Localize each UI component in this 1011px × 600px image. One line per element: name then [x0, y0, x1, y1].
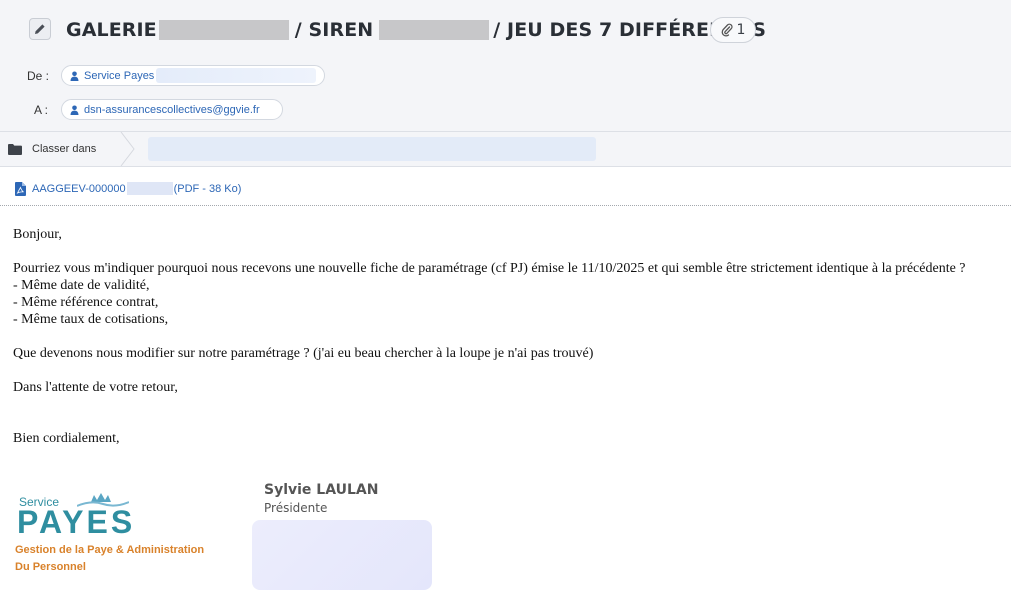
- list-item: - Même taux de cotisations,: [13, 312, 169, 327]
- redacted-block: [126, 182, 173, 195]
- subject-prefix: GALERIE: [66, 19, 157, 41]
- logo-tagline-line: Du Personnel: [15, 561, 86, 573]
- from-chip[interactable]: Service Payes: [61, 65, 325, 86]
- pencil-icon: [35, 24, 45, 34]
- separator: [0, 205, 1011, 206]
- user-icon: [70, 105, 79, 115]
- message-header: GALERIE / SIREN / JEU DES 7 DIFFÉRENCES …: [0, 0, 1011, 131]
- classer-button[interactable]: Classer dans: [0, 132, 122, 166]
- list-item: - Même date de validité,: [13, 278, 150, 293]
- signature-image: [252, 520, 432, 590]
- edit-button[interactable]: [29, 18, 51, 40]
- greeting: Bonjour,: [13, 227, 62, 242]
- classer-label: Classer dans: [32, 143, 97, 155]
- body-paragraph: Dans l'attente de votre retour,: [13, 380, 178, 395]
- signature-name: Sylvie LAULAN: [264, 482, 379, 498]
- folder-icon: [8, 143, 22, 155]
- list-item: - Même référence contrat,: [13, 295, 159, 310]
- chevron-right-icon: [120, 132, 135, 166]
- attachment-meta: (PDF - 38 Ko): [173, 182, 242, 195]
- closing: Bien cordialement,: [13, 431, 120, 446]
- classer-bar: Classer dans: [0, 131, 1011, 167]
- redacted-block: [379, 20, 490, 40]
- company-logo: Service PAYES Gestion de la Paye & Admin…: [15, 492, 217, 582]
- to-value: dsn-assurancescollectives@ggvie.fr: [84, 103, 260, 116]
- body-paragraph: Pourriez vous m'indiquer pourquoi nous r…: [13, 261, 966, 276]
- paperclip-icon: [721, 23, 733, 37]
- user-icon: [70, 71, 79, 81]
- attachment-count-badge[interactable]: 1: [710, 17, 756, 43]
- to-label: A :: [34, 103, 49, 117]
- classer-folder-field[interactable]: [148, 137, 596, 161]
- to-chip[interactable]: dsn-assurancescollectives@ggvie.fr: [61, 99, 283, 120]
- attachment-count: 1: [736, 22, 746, 38]
- redacted-block: [156, 68, 317, 83]
- from-label: De :: [27, 69, 50, 83]
- pdf-icon: [15, 181, 26, 196]
- from-value: Service Payes: [84, 69, 155, 82]
- body-paragraph: Que devenons nous modifier sur notre par…: [13, 346, 594, 361]
- logo-tagline: Gestion de la Paye & Administration Du P…: [15, 542, 204, 576]
- attachment-name: AAGGEEV-000000: [32, 182, 126, 195]
- signature-role: Présidente: [264, 501, 328, 515]
- logo-tagline-line: Gestion de la Paye & Administration: [15, 544, 205, 556]
- subject-title: GALERIE / SIREN / JEU DES 7 DIFFÉRENCES: [66, 17, 766, 43]
- logo-payes-text: PAYES: [17, 504, 136, 540]
- subject-mid: / SIREN: [294, 19, 374, 41]
- redacted-block: [158, 20, 289, 40]
- attachment-link[interactable]: AAGGEEV-000000 (PDF - 38 Ko): [15, 180, 241, 197]
